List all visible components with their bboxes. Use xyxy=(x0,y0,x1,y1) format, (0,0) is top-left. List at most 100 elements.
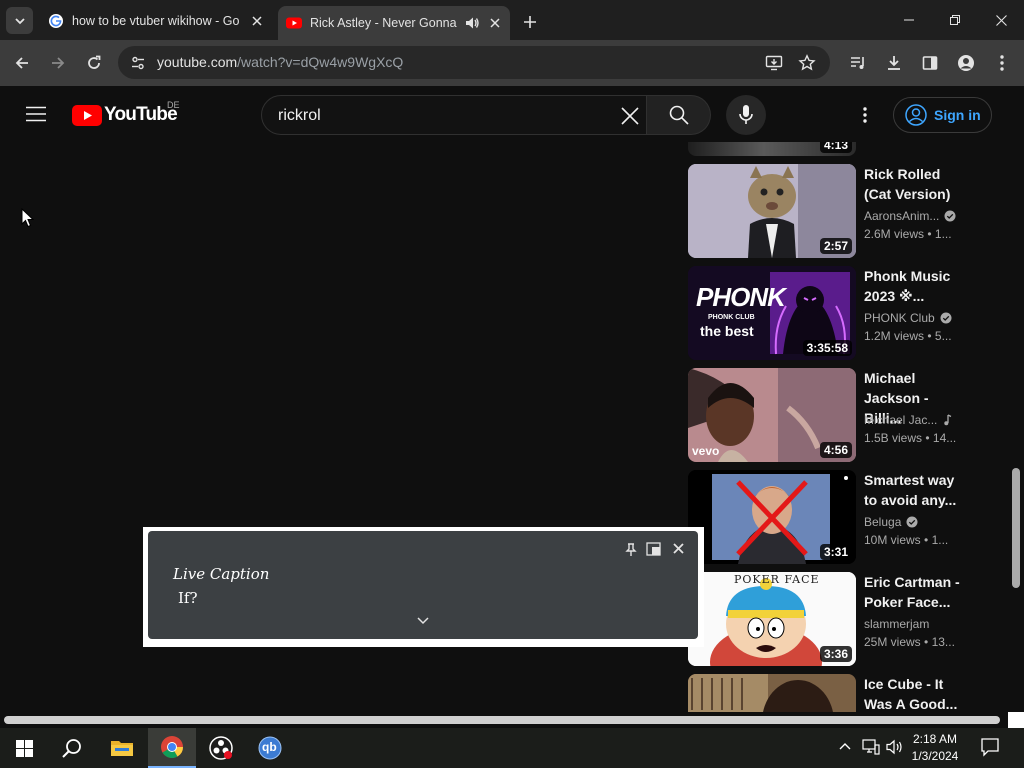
minimize-icon xyxy=(904,19,914,21)
browser-toolbar: youtube.com/watch?v=dQw4w9WgXcQ xyxy=(0,40,1024,86)
thumbnail: POKER FACE 3:36 xyxy=(688,572,856,666)
thumbnail-text: PHONK CLUB xyxy=(708,314,755,321)
recommendation-item[interactable]: POKER FACE 3:36 Eric Cartman - Poker Fac… xyxy=(688,572,988,666)
clear-search-icon[interactable] xyxy=(621,107,639,125)
speaker-icon xyxy=(886,739,902,755)
video-meta: 1.5B views • 14... xyxy=(864,431,957,445)
recommendation-item[interactable]: 2:57 Rick Rolled (Cat Version) AaronsAni… xyxy=(688,164,988,258)
pin-icon[interactable] xyxy=(625,543,637,557)
video-title[interactable]: Ice Cube - It Was A Good... xyxy=(864,674,969,712)
close-window-button[interactable] xyxy=(978,0,1024,40)
network-button[interactable] xyxy=(862,739,880,757)
tab-title: Rick Astley - Never Gonna G xyxy=(310,16,460,30)
file-explorer-button[interactable] xyxy=(98,728,146,768)
side-panel-button[interactable] xyxy=(914,47,946,79)
close-icon[interactable] xyxy=(673,543,684,554)
tab-title: how to be vtuber wikihow - Go xyxy=(72,14,240,28)
youtube-icon xyxy=(286,17,302,29)
horizontal-scrollbar-thumb[interactable] xyxy=(4,716,1000,724)
vertical-scrollbar-thumb[interactable] xyxy=(1012,468,1020,588)
youtube-header: YouTube DE rickrol Sign in xyxy=(0,86,1024,142)
bookmark-star-icon[interactable] xyxy=(798,54,816,72)
chevron-up-icon xyxy=(839,743,851,750)
youtube-settings-button[interactable] xyxy=(847,95,883,135)
obs-taskbar-button[interactable] xyxy=(197,728,245,768)
youtube-play-logo-icon xyxy=(72,104,102,126)
restore-button[interactable] xyxy=(932,0,978,40)
upload-age: 5... xyxy=(934,329,952,343)
mouse-cursor-icon xyxy=(21,208,34,228)
video-title[interactable]: Rick Rolled (Cat Version) xyxy=(864,164,969,204)
media-controls-button[interactable] xyxy=(842,47,874,79)
address-bar[interactable]: youtube.com/watch?v=dQw4w9WgXcQ xyxy=(118,46,830,79)
thumbnail: 2:57 xyxy=(688,164,856,258)
tab-search-button[interactable] xyxy=(6,7,33,34)
search-query: rickrol xyxy=(278,107,321,124)
tab-wikihow-search[interactable]: how to be vtuber wikihow - Go xyxy=(40,6,272,36)
video-title[interactable]: Smartest way to avoid any... xyxy=(864,470,969,510)
channel-name-row[interactable]: PHONK Club xyxy=(864,311,952,325)
recommendation-item[interactable]: 3:31 Smartest way to avoid any... Beluga… xyxy=(688,470,988,564)
channel-name-row[interactable]: AaronsAnim... xyxy=(864,209,956,223)
notifications-button[interactable] xyxy=(980,737,1002,759)
forward-button[interactable] xyxy=(42,47,74,79)
close-tab-icon[interactable] xyxy=(486,14,504,32)
profile-button[interactable] xyxy=(950,47,982,79)
channel-name-row[interactable]: Michael Jac... xyxy=(864,413,952,427)
back-button[interactable] xyxy=(6,47,38,79)
channel-name: Michael Jac... xyxy=(864,413,938,427)
duration-badge: 2:57 xyxy=(819,238,852,254)
windows-taskbar: qb 2:18 AM 1/3/2024 xyxy=(0,728,1024,768)
expand-icon[interactable] xyxy=(646,542,661,556)
qbittorrent-taskbar-button[interactable]: qb xyxy=(246,728,294,768)
youtube-logo-text: YouTube xyxy=(104,104,178,125)
search-taskbar-button[interactable] xyxy=(48,728,96,768)
recommendation-item[interactable]: vevo 4:56 Michael Jackson - Billi... Mic… xyxy=(688,368,988,462)
chrome-icon xyxy=(161,736,183,758)
new-tab-button[interactable] xyxy=(518,10,542,34)
windows-logo-icon xyxy=(15,739,33,757)
install-app-icon[interactable] xyxy=(765,54,783,72)
start-button[interactable] xyxy=(0,728,48,768)
google-icon xyxy=(49,14,63,28)
url-host: youtube.com xyxy=(157,54,238,70)
close-tab-icon[interactable] xyxy=(248,12,266,30)
search-input[interactable]: rickrol xyxy=(261,95,647,135)
chrome-taskbar-button[interactable] xyxy=(148,728,196,768)
restore-icon xyxy=(950,15,960,25)
voice-search-button[interactable] xyxy=(726,95,766,135)
youtube-logo[interactable]: YouTube DE xyxy=(72,100,180,126)
thumbnail: PHONK PHONK CLUB the best 3:35:58 xyxy=(688,266,856,360)
audio-playing-icon[interactable] xyxy=(464,15,480,31)
sign-in-button[interactable]: Sign in xyxy=(893,97,992,133)
tab-strip: how to be vtuber wikihow - Go Rick Astle… xyxy=(0,0,1024,40)
system-clock[interactable]: 2:18 AM 1/3/2024 xyxy=(905,731,965,765)
recommendation-item[interactable]: Ice Cube - It Was A Good... xyxy=(688,674,988,712)
side-panel-icon xyxy=(922,56,938,70)
recommendation-item[interactable]: PHONK PHONK CLUB the best 3:35:58 Phonk … xyxy=(688,266,988,360)
show-hidden-icons-button[interactable] xyxy=(838,740,854,756)
channel-name: AaronsAnim... xyxy=(864,209,940,223)
view-count: 1.2M views xyxy=(864,329,925,343)
microphone-icon xyxy=(739,105,753,124)
reload-button[interactable] xyxy=(78,47,110,79)
tab-rick-astley[interactable]: Rick Astley - Never Gonna G xyxy=(278,6,510,40)
chevron-down-icon[interactable] xyxy=(417,617,429,625)
recommendation-partial[interactable]: 4:13 xyxy=(688,142,856,156)
video-title[interactable]: Eric Cartman - Poker Face... xyxy=(864,572,969,612)
video-title[interactable]: Phonk Music 2023 ※... xyxy=(864,266,969,306)
guide-menu-button[interactable] xyxy=(16,94,56,134)
channel-name-row[interactable]: slammerjam xyxy=(864,617,929,631)
video-meta: 25M views • 13... xyxy=(864,635,955,649)
account-circle-icon xyxy=(905,104,927,126)
live-caption-panel[interactable]: Live Caption If? xyxy=(148,531,698,639)
search-button[interactable] xyxy=(647,95,711,135)
volume-button[interactable] xyxy=(886,739,904,757)
downloads-button[interactable] xyxy=(878,47,910,79)
channel-name-row[interactable]: Beluga xyxy=(864,515,918,529)
url-text: youtube.com/watch?v=dQw4w9WgXcQ xyxy=(157,54,403,70)
qbittorrent-label: qb xyxy=(262,740,277,754)
minimize-button[interactable] xyxy=(886,0,932,40)
site-info-icon[interactable] xyxy=(130,55,146,71)
chrome-menu-button[interactable] xyxy=(986,47,1018,79)
